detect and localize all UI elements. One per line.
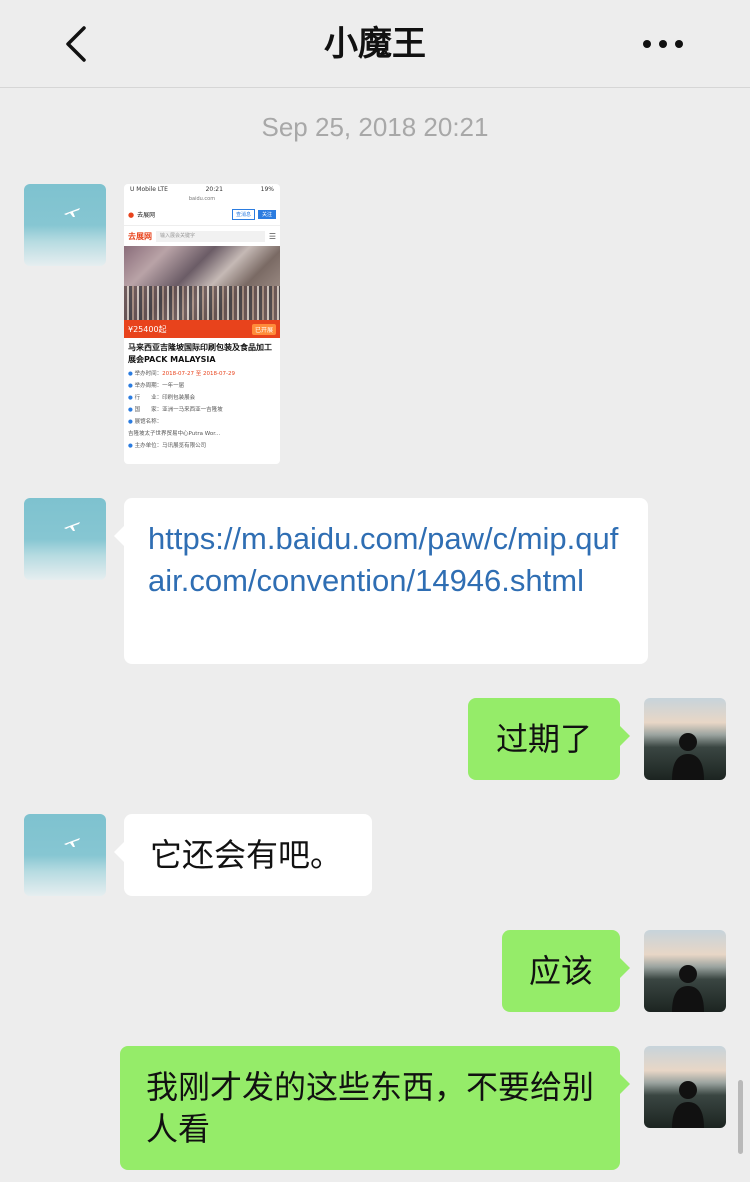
info-row: ● 展馆名称：: [128, 419, 163, 425]
airplane-icon: [64, 522, 80, 531]
person-silhouette-icon: [672, 733, 704, 780]
scrollbar[interactable]: [738, 1080, 743, 1154]
my-avatar[interactable]: [644, 930, 726, 1012]
expo-photo: [124, 246, 280, 320]
site-logo-icon: ●: [128, 210, 135, 219]
price-value: ¥25400起: [128, 324, 167, 334]
screenshot-search-bar: 去展网 输入展会关键字 ☰: [124, 226, 280, 246]
status-carrier: U Mobile LTE: [130, 186, 168, 193]
price-tag: 已开展: [251, 323, 276, 335]
list-icon: ☰: [268, 231, 276, 241]
screenshot-site-bar: ● 去展网 查消息 关注: [124, 204, 280, 226]
link-message[interactable]: https://m.baidu.com/paw/c/mip.qufair.com…: [114, 498, 648, 664]
screenshot-follow-button: 关注: [257, 210, 276, 219]
outgoing-message[interactable]: 应该: [502, 930, 630, 1012]
contact-avatar[interactable]: [24, 184, 106, 266]
price-bar: ¥25400起 已开展: [124, 320, 280, 338]
status-battery: 19%: [260, 186, 274, 193]
contact-avatar[interactable]: [24, 498, 106, 580]
screenshot-status-bar: U Mobile LTE 20:21 19%: [124, 184, 280, 196]
info-row: ● 举办周期：一年一届: [128, 383, 185, 389]
expo-title: 马来西亚吉隆坡国际印刷包装及食品加工展会PACK MALAYSIA: [128, 343, 272, 364]
chat-title: 小魔王: [324, 24, 426, 64]
info-row: ● 举办时间：2018-07-27 至 2018-07-29: [128, 371, 236, 377]
more-button[interactable]: [640, 30, 686, 58]
site-name: 去展网: [137, 212, 156, 219]
info-row: 吉隆坡太子世界贸易中心Putra Wor...: [128, 431, 221, 437]
info-row: ● 国 家：亚洲一马来西亚一吉隆坡: [128, 407, 223, 413]
status-time: 20:21: [205, 186, 223, 193]
outgoing-message[interactable]: 我刚才发的这些东西，不要给别人看: [120, 1046, 630, 1170]
my-avatar[interactable]: [644, 1046, 726, 1128]
my-avatar[interactable]: [644, 698, 726, 780]
screenshot-outline-button: 查消息: [231, 209, 255, 220]
airplane-icon: [64, 208, 80, 217]
search-placeholder: 输入展会关键字: [156, 230, 265, 242]
chat-header: 小魔王: [0, 0, 750, 88]
incoming-message[interactable]: 它还会有吧。: [114, 814, 372, 896]
info-row: ● 主办单位：马讯展览有限公司: [128, 443, 207, 449]
info-row: ● 行 业：印刷包装展会: [128, 395, 196, 401]
image-message[interactable]: U Mobile LTE 20:21 19% baidu.com ● 去展网 查…: [124, 184, 280, 464]
outgoing-message[interactable]: 过期了: [468, 698, 630, 780]
more-dots-icon: [643, 40, 683, 48]
person-silhouette-icon: [672, 965, 704, 1012]
message-timestamp: Sep 25, 2018 20:21: [261, 112, 489, 142]
contact-avatar[interactable]: [24, 814, 106, 896]
search-logo: 去展网: [128, 231, 152, 241]
airplane-icon: [64, 838, 80, 847]
screenshot-url: baidu.com: [188, 196, 216, 202]
person-silhouette-icon: [672, 1081, 704, 1128]
